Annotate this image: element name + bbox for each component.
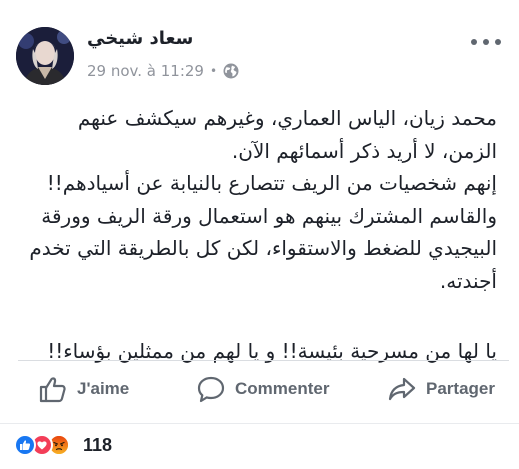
more-dot	[471, 39, 477, 45]
meta-separator: •	[209, 64, 218, 78]
comment-label: Commenter	[235, 379, 330, 398]
avatar[interactable]	[16, 27, 74, 85]
facebook-post: سعاد شيخي 29 nov. à 11:29 • محمد زيان، ا…	[0, 0, 519, 469]
avatar-image	[16, 27, 74, 85]
post-header: سعاد شيخي 29 nov. à 11:29 •	[0, 0, 519, 95]
heart-icon	[37, 441, 47, 450]
post-paragraph: إنهم شخصيات من الريف تتصارع بالنيابة عن …	[46, 171, 497, 195]
share-label: Partager	[426, 379, 495, 398]
post-paragraph: محمد زيان، الياس العماري، وغيرهم سيكشف ع…	[77, 106, 497, 163]
more-dot	[483, 39, 489, 45]
like-reaction-icon	[14, 434, 36, 456]
post-actions: J'aime Commenter Partager	[0, 362, 519, 420]
comment-button[interactable]: Commenter	[196, 374, 329, 404]
post-paragraph: والقاسم المشترك بينهم هو استعمال ورقة ال…	[29, 203, 497, 293]
more-dot	[495, 39, 501, 45]
post-body: محمد زيان، الياس العماري، وغيرهم سيكشف ع…	[20, 102, 497, 368]
divider	[0, 423, 519, 424]
author-name[interactable]: سعاد شيخي	[87, 28, 193, 49]
thumbs-up-icon	[39, 377, 66, 403]
comment-icon	[197, 376, 225, 403]
post-meta: 29 nov. à 11:29 •	[87, 62, 239, 80]
share-button[interactable]: Partager	[387, 374, 495, 404]
like-button[interactable]: J'aime	[38, 374, 129, 404]
thumbs-up-icon	[20, 440, 31, 450]
divider	[18, 360, 509, 361]
globe-icon[interactable]	[223, 63, 239, 79]
like-label: J'aime	[77, 379, 130, 398]
post-timestamp[interactable]: 29 nov. à 11:29	[87, 62, 204, 80]
share-arrow-icon	[388, 377, 416, 401]
reaction-count: 118	[83, 434, 113, 455]
reactions-summary[interactable]: 118	[14, 434, 112, 456]
more-horizontal-icon[interactable]	[471, 34, 501, 50]
